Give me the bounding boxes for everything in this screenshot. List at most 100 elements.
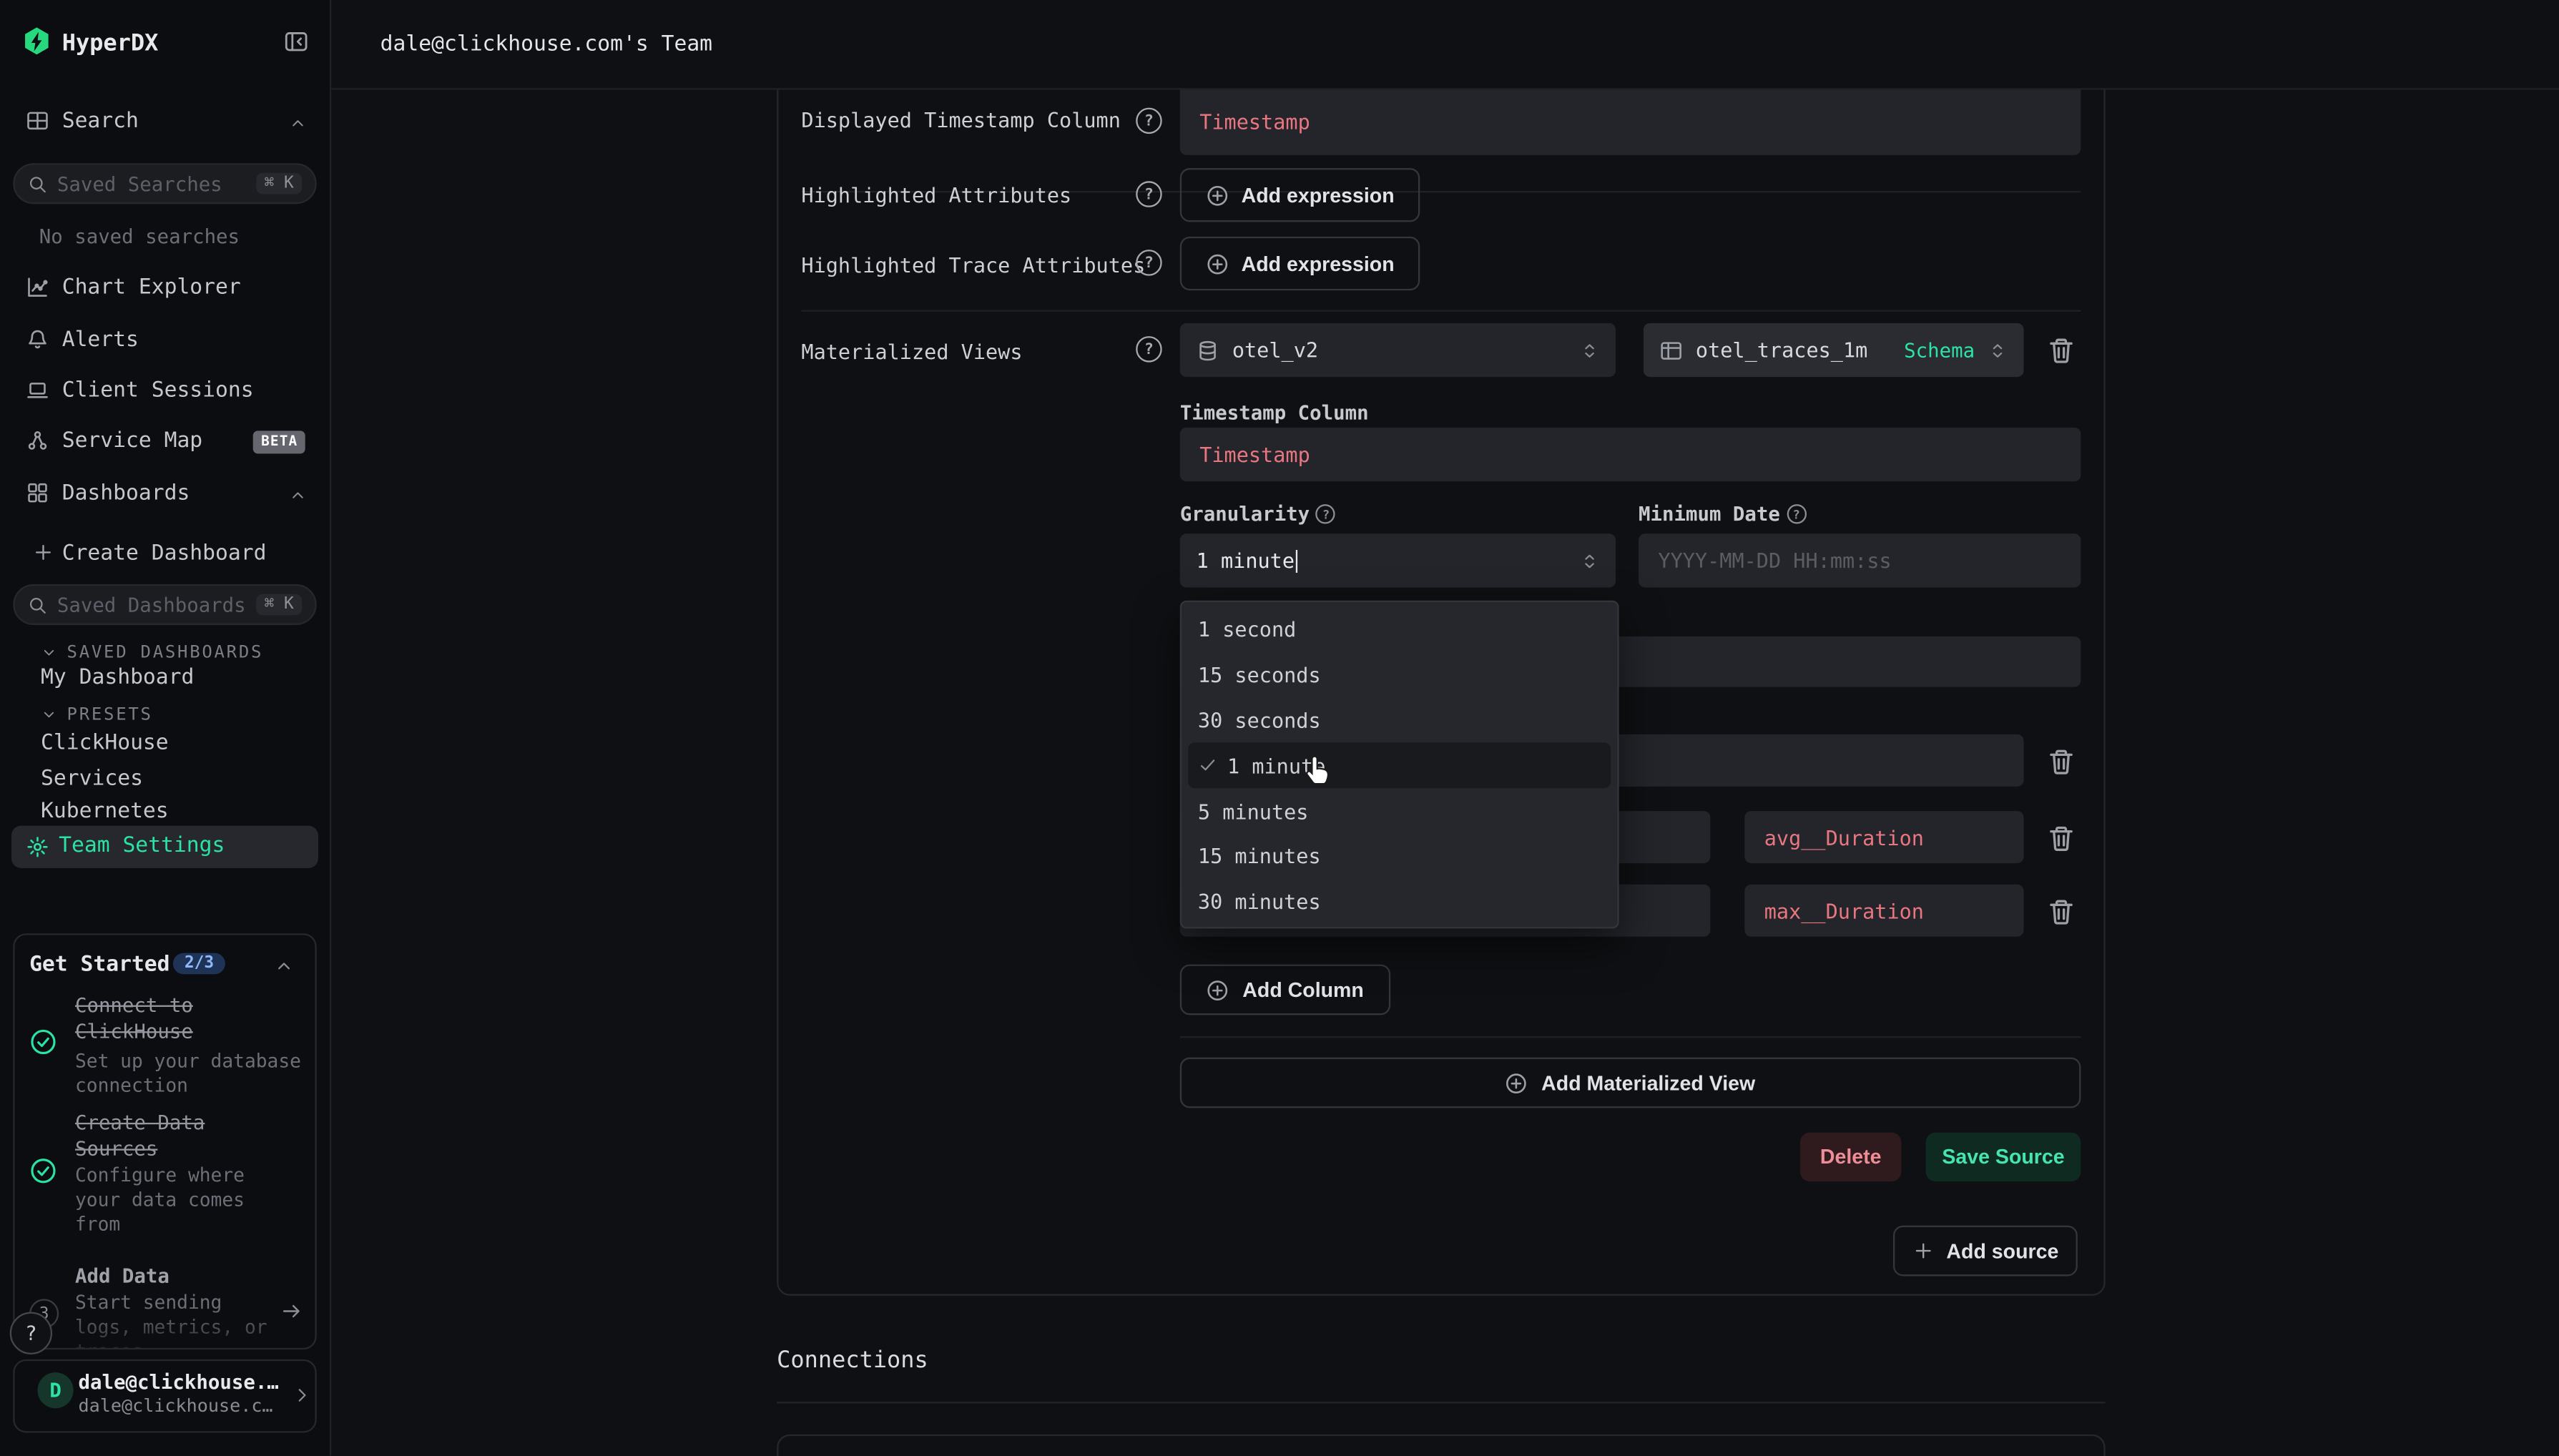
dropdown-option[interactable]: 15 minutes xyxy=(1182,834,1617,879)
chevron-up-icon xyxy=(289,486,307,504)
sidebar-item-client-sessions[interactable]: Client Sessions xyxy=(0,370,330,413)
collapse-sidebar-icon[interactable] xyxy=(284,29,308,54)
text-caret xyxy=(1296,551,1297,574)
granularity-label: Granularity xyxy=(1180,503,1310,526)
add-trace-expression-button[interactable]: Add expression xyxy=(1180,237,1420,290)
minimum-date-input[interactable]: YYYY-MM-DD HH:mm:ss xyxy=(1639,533,2081,587)
section-saved-dashboards[interactable]: SAVED DASHBOARDS xyxy=(0,638,330,664)
get-started-step-2[interactable]: Create Data Sources Configure where your… xyxy=(15,1106,317,1237)
table-icon xyxy=(1660,338,1683,361)
dropdown-option-selected[interactable]: 1 minute xyxy=(1188,743,1611,788)
sidebar-item-dashboards[interactable]: Dashboards xyxy=(0,473,330,516)
progress-badge: 2/3 xyxy=(173,953,225,975)
timestamp-column-input[interactable]: Timestamp xyxy=(1180,428,2081,481)
delete-materialized-view-icon[interactable] xyxy=(2047,336,2076,365)
sidebar-item-my-dashboard[interactable]: My Dashboard xyxy=(41,666,194,690)
search-icon xyxy=(28,595,47,614)
delete-column-icon[interactable] xyxy=(2047,824,2076,853)
displayed-timestamp-column-input[interactable]: Timestamp xyxy=(1180,88,2081,155)
add-expression-button[interactable]: Add expression xyxy=(1180,168,1420,222)
add-materialized-view-button[interactable]: Add Materialized View xyxy=(1180,1058,2081,1108)
chevron-updown-icon xyxy=(1580,549,1599,572)
chevron-up-icon[interactable] xyxy=(274,956,293,975)
plus-circle-icon xyxy=(1506,1071,1528,1094)
create-dashboard-button[interactable]: Create Dashboard xyxy=(0,535,330,574)
hyperdx-app: dale@clickhouse.com's Team Displayed Tim… xyxy=(0,0,2559,1455)
no-saved-searches-text: No saved searches xyxy=(39,225,240,248)
chevron-updown-icon xyxy=(1988,338,2007,361)
dropdown-option[interactable]: 5 minutes xyxy=(1182,789,1617,834)
dropdown-option[interactable]: 15 seconds xyxy=(1182,652,1617,697)
chevron-up-icon xyxy=(289,114,307,132)
page-title: dale@clickhouse.com's Team xyxy=(380,33,712,57)
delete-button[interactable]: Delete xyxy=(1800,1133,1901,1181)
save-source-button[interactable]: Save Source xyxy=(1926,1133,2081,1181)
add-column-button[interactable]: Add Column xyxy=(1180,965,1390,1015)
highlighted-trace-attributes-label: Highlighted Trace Attributes xyxy=(801,253,1145,277)
divider xyxy=(777,1402,2105,1403)
sidebar: HyperDX Search Saved Searches ⌘ K No sav… xyxy=(0,0,331,1455)
sidebar-item-alerts[interactable]: Alerts xyxy=(0,320,330,362)
help-button[interactable]: ? xyxy=(10,1312,52,1354)
user-email: dale@clickhouse.c… xyxy=(79,1395,273,1417)
beta-badge: BETA xyxy=(253,431,306,453)
plus-icon xyxy=(33,542,54,564)
granularity-value: 1 minute xyxy=(1197,548,1567,573)
column-alias-input[interactable]: avg__Duration xyxy=(1744,811,2023,863)
bell-icon xyxy=(26,328,49,351)
check-circle-icon xyxy=(29,1157,57,1185)
sidebar-item-service-map[interactable]: Service Map BETA xyxy=(0,421,330,463)
help-icon[interactable]: ? xyxy=(1136,336,1162,363)
schema-badge[interactable]: Schema xyxy=(1904,338,1975,361)
sidebar-item-clickhouse[interactable]: ClickHouse xyxy=(41,731,169,755)
chevron-down-icon xyxy=(41,707,57,723)
laptop-icon xyxy=(26,378,49,401)
saved-dashboards-input[interactable]: Saved Dashboards ⌘ K xyxy=(13,584,316,625)
materialized-view-select[interactable]: otel_v2 xyxy=(1180,323,1616,377)
shortcut-badge: ⌘ K xyxy=(256,173,302,195)
section-presets[interactable]: PRESETS xyxy=(0,700,330,727)
sidebar-item-kubernetes[interactable]: Kubernetes xyxy=(41,800,169,824)
add-source-button[interactable]: Add source xyxy=(1893,1226,2078,1277)
dropdown-option[interactable]: 30 minutes xyxy=(1182,879,1617,924)
granularity-select[interactable]: 1 minute xyxy=(1180,533,1616,587)
saved-searches-input[interactable]: Saved Searches ⌘ K xyxy=(13,163,316,204)
sidebar-item-chart-explorer[interactable]: Chart Explorer xyxy=(0,267,330,310)
connections-panel xyxy=(777,1435,2105,1456)
sidebar-item-search[interactable]: Search xyxy=(0,101,330,143)
sidebar-item-team-settings[interactable]: Team Settings xyxy=(11,826,318,868)
highlighted-attributes-label: Highlighted Attributes xyxy=(801,183,1071,207)
granularity-label-row: Granularity ? xyxy=(1180,503,1336,526)
divider xyxy=(801,310,2081,312)
displayed-timestamp-column-label: Displayed Timestamp Column xyxy=(801,108,1121,132)
get-started-step-3[interactable]: 3 Add Data Start sending logs, metrics, … xyxy=(15,1258,317,1349)
sidebar-item-services[interactable]: Services xyxy=(41,767,143,791)
get-started-step-1[interactable]: Connect to ClickHouse Set up your databa… xyxy=(15,989,317,1097)
materialized-table-select[interactable]: otel_traces_1m Schema xyxy=(1644,323,2024,377)
help-icon[interactable]: ? xyxy=(1136,108,1162,134)
hyperdx-logo-icon[interactable] xyxy=(21,26,52,57)
minimum-date-label: Minimum Date xyxy=(1639,503,1780,526)
delete-column-icon[interactable] xyxy=(2047,897,2076,927)
gear-icon xyxy=(26,835,49,858)
delete-column-icon[interactable] xyxy=(2047,747,2076,777)
divider xyxy=(1180,1036,2081,1038)
shortcut-badge: ⌘ K xyxy=(256,594,302,616)
plus-circle-icon xyxy=(1205,184,1228,207)
dropdown-option[interactable]: 30 seconds xyxy=(1182,698,1617,743)
column-alias-input[interactable]: max__Duration xyxy=(1744,885,2023,937)
chevron-right-icon xyxy=(292,1385,311,1405)
topbar: dale@clickhouse.com's Team xyxy=(330,0,2559,90)
help-icon[interactable]: ? xyxy=(1316,504,1335,523)
plus-circle-icon xyxy=(1205,252,1228,275)
dropdown-option[interactable]: 1 second xyxy=(1182,607,1617,652)
user-menu[interactable]: D dale@clickhouse.… dale@clickhouse.c… xyxy=(13,1359,316,1433)
search-table-icon xyxy=(26,109,49,132)
check-circle-icon xyxy=(29,1028,57,1056)
help-icon[interactable]: ? xyxy=(1136,250,1162,276)
dashboards-icon xyxy=(26,481,49,504)
chart-explorer-icon xyxy=(26,276,49,299)
help-icon[interactable]: ? xyxy=(1787,504,1806,523)
help-icon[interactable]: ? xyxy=(1136,181,1162,207)
check-icon xyxy=(1198,756,1217,775)
